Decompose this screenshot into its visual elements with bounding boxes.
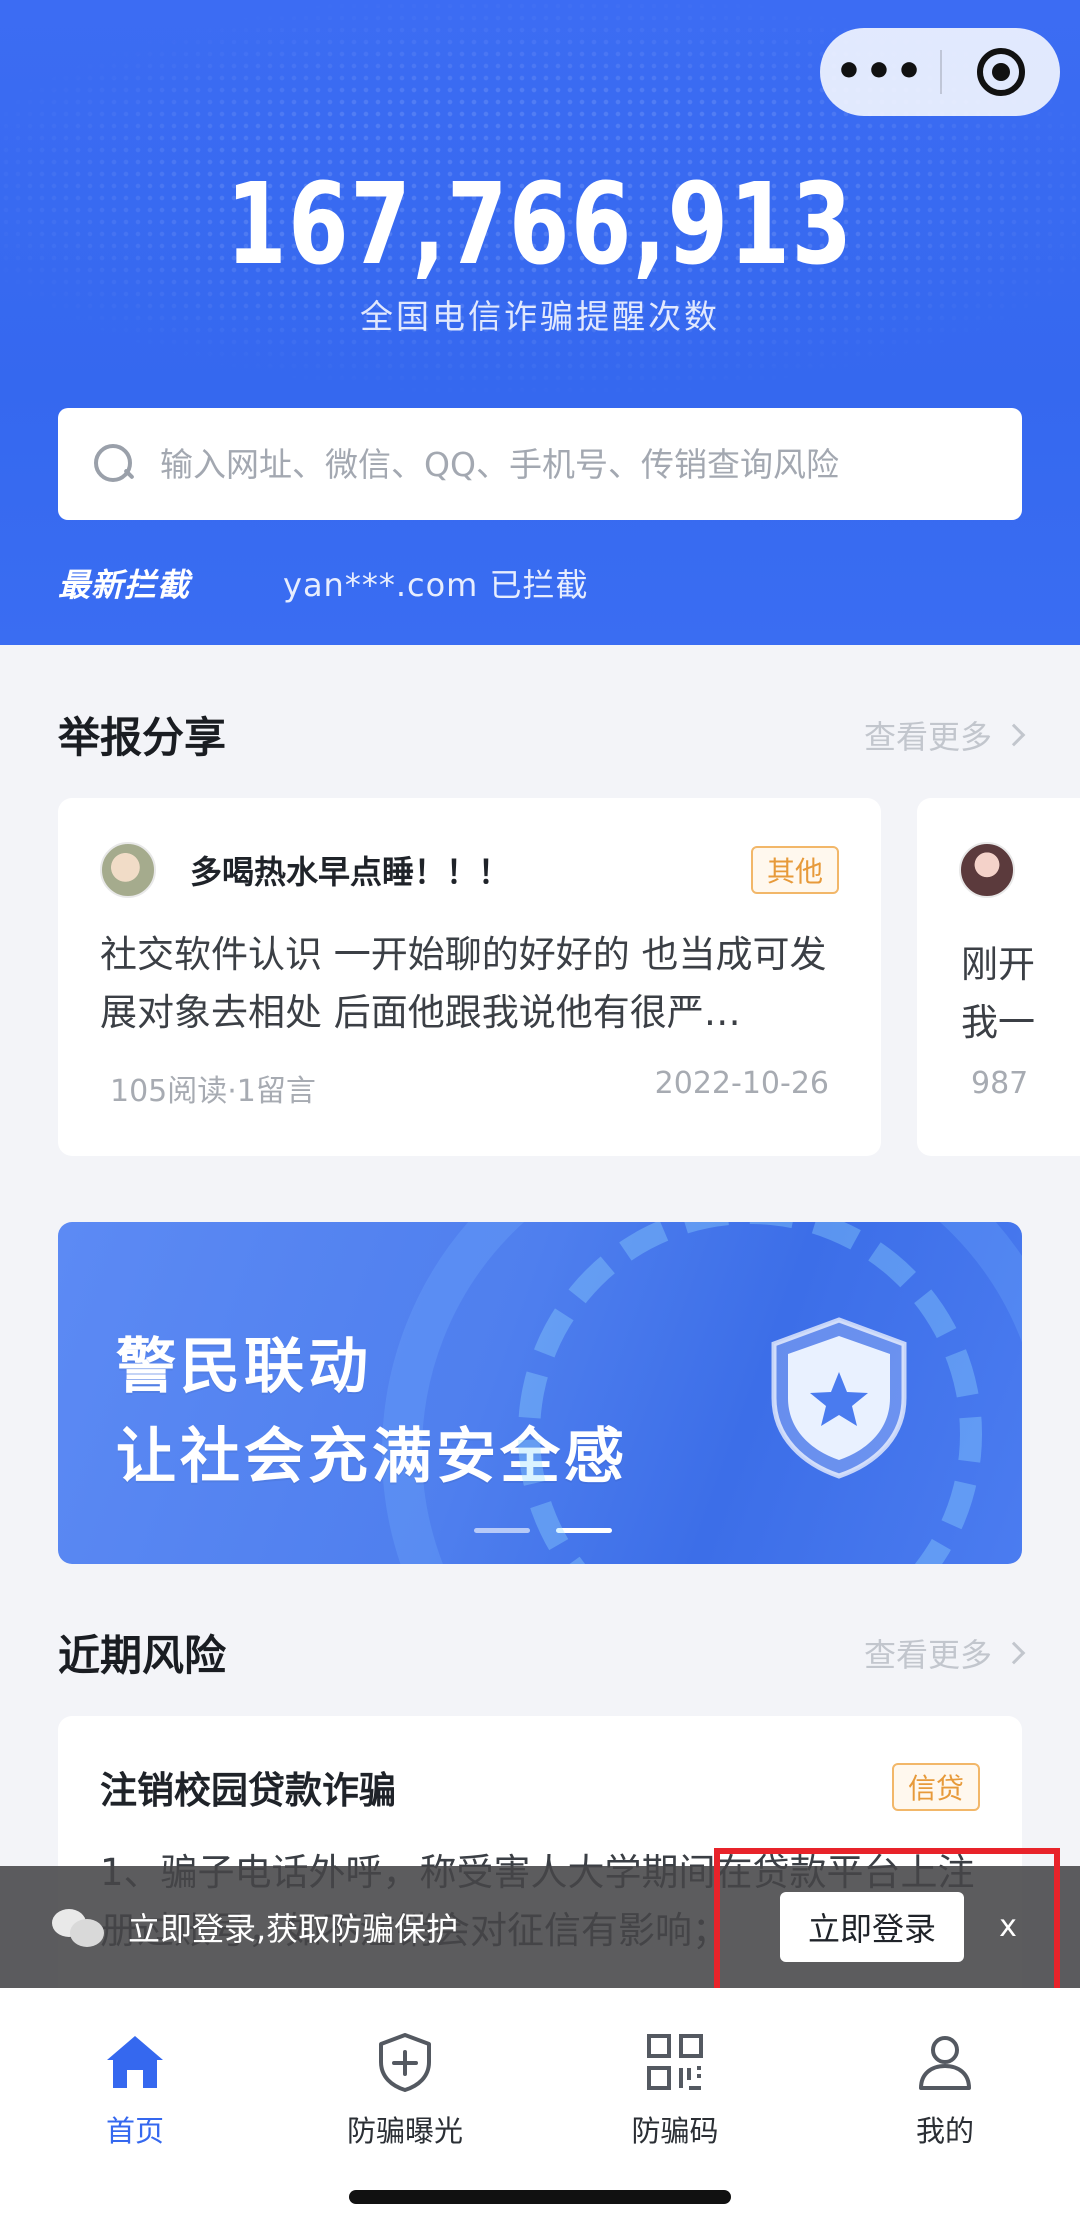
carousel-indicator	[474, 1528, 612, 1533]
miniprogram-capsule[interactable]: •••	[820, 28, 1060, 116]
report-meta: 105阅读·1留言 2022-10-26	[100, 1066, 839, 1110]
banner-subheadline: 让社会充满安全感	[116, 1422, 628, 1492]
chevron-right-icon	[1002, 723, 1026, 747]
tab-home[interactable]: 首页	[0, 1988, 270, 2158]
report-stats: 105阅读·1留言	[110, 1074, 316, 1109]
latest-intercept-value[interactable]: yan***.com 已拦截	[283, 560, 589, 606]
latest-intercept-tag: 最新拦截	[58, 566, 191, 604]
more-menu-button[interactable]: •••	[820, 28, 940, 116]
carousel-dot	[474, 1528, 530, 1533]
avatar	[100, 842, 156, 898]
tab-scam-exposure[interactable]: 防骗曝光	[270, 1988, 540, 2158]
alert-counter: 167,766,913	[226, 160, 854, 290]
carousel-dot-active	[556, 1528, 612, 1533]
reports-more-label: 查看更多	[863, 718, 992, 756]
promo-banner[interactable]: 警民联动 让社会充满安全感	[58, 1222, 1022, 1564]
search-icon	[94, 444, 134, 484]
risk-title: 注销校园贷款诈骗	[100, 1769, 396, 1812]
tab-scam-code[interactable]: 防骗码	[540, 1988, 810, 2158]
target-icon	[977, 48, 1025, 96]
report-stats-peek: 987	[971, 1066, 1029, 1101]
home-indicator	[349, 2190, 731, 2204]
tab-label: 防骗曝光	[346, 2114, 463, 2148]
user-icon	[919, 2036, 971, 2090]
close-miniprogram-button[interactable]	[942, 48, 1060, 96]
chevron-right-icon	[1002, 1641, 1026, 1665]
report-excerpt-peek-line: 我一	[961, 1001, 1035, 1044]
avatar	[959, 842, 1015, 898]
tab-label: 我的	[915, 2114, 974, 2148]
shield-star-icon	[771, 1317, 907, 1479]
report-excerpt: 社交软件认识 一开始聊的好好的 也当成可发展对象去相处 后面他跟我说他有很严…	[100, 933, 827, 1034]
report-card[interactable]: 多喝热水早点睡！！！ 其他 社交软件认识 一开始聊的好好的 也当成可发展对象去相…	[58, 798, 881, 1156]
qr-code-icon	[647, 2034, 703, 2090]
report-excerpt-peek-line: 刚开	[961, 943, 1035, 986]
tab-label: 防骗码	[631, 2114, 719, 2148]
login-prompt-text: 立即登录,获取防骗保护	[128, 1910, 459, 1948]
latest-intercept: 最新拦截 yan***.com 已拦截	[58, 560, 589, 606]
report-card-header: 多喝热水早点睡！！！ 其他	[100, 842, 839, 898]
wechat-icon	[52, 1907, 104, 1947]
tab-label: 首页	[105, 2114, 164, 2148]
risk-card-header: 注销校园贷款诈骗 信贷	[100, 1760, 980, 1814]
report-author: 多喝热水早点睡！！！	[190, 853, 511, 891]
home-icon	[107, 2036, 163, 2088]
bottom-tab-bar: 首页 防骗曝光 防骗码 我的	[0, 1988, 1080, 2219]
risks-section-title: 近期风险	[58, 1631, 227, 1680]
annotation-highlight-box	[714, 1848, 1060, 2006]
risks-more-label: 查看更多	[863, 1636, 992, 1674]
alert-counter-label: 全国电信诈骗提醒次数	[360, 297, 720, 336]
risks-more-link[interactable]: 查看更多	[863, 1630, 1026, 1676]
category-badge: 其他	[750, 846, 839, 894]
reports-more-link[interactable]: 查看更多	[863, 712, 1026, 758]
report-card-peek[interactable]: 刚开 我一 987	[917, 798, 1080, 1156]
shield-plus-icon	[379, 2033, 431, 2092]
category-badge: 信贷	[891, 1763, 980, 1811]
hero-header: ••• 167,766,913 全国电信诈骗提醒次数 最新拦截 yan***.c…	[0, 0, 1080, 645]
search-bar[interactable]	[58, 408, 1022, 520]
search-input[interactable]	[160, 444, 980, 484]
tab-profile[interactable]: 我的	[810, 1988, 1080, 2158]
banner-headline: 警民联动	[116, 1332, 372, 1402]
reports-section-title: 举报分享	[58, 713, 227, 762]
report-date: 2022-10-26	[654, 1066, 829, 1101]
